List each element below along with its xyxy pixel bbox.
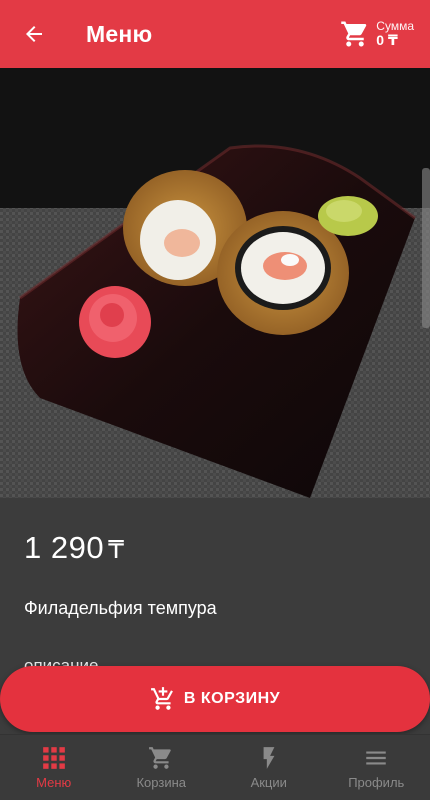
product-name: Филадельфия темпура (24, 598, 217, 618)
add-to-cart-button[interactable]: В КОРЗИНУ (0, 666, 430, 732)
add-to-cart-label: В КОРЗИНУ (183, 690, 281, 707)
cart-summary-button[interactable]: Сумма 0 ₸ (340, 12, 414, 56)
product-image (0, 68, 430, 498)
nav-label-promotions: Акции (250, 775, 287, 790)
price-value: 1 290 (24, 530, 105, 565)
grid-icon (42, 747, 65, 769)
cart-icon (341, 21, 367, 47)
product-price: 1 290 ₸ (24, 530, 124, 566)
price-currency: ₸ (108, 536, 125, 564)
cart-icon (149, 747, 172, 769)
bottom-nav: Меню Корзина Акции Профиль (0, 734, 430, 800)
page-title: Меню (86, 21, 153, 47)
nav-item-profile[interactable]: Профиль (323, 735, 430, 800)
app-bar: Меню Сумма 0 ₸ (0, 0, 430, 68)
nav-label-profile: Профиль (348, 775, 405, 790)
menu-icon (366, 751, 386, 765)
nav-item-menu[interactable]: Меню (0, 735, 108, 800)
nav-item-promotions[interactable]: Акции (215, 735, 323, 800)
nav-label-menu: Меню (36, 775, 72, 790)
add-to-cart-icon (150, 687, 173, 710)
back-button[interactable] (14, 14, 54, 54)
sum-label: Сумма (376, 18, 414, 33)
sum-value: 0 ₸ (376, 31, 398, 48)
nav-label-cart: Корзина (136, 775, 187, 790)
nav-item-cart[interactable]: Корзина (108, 735, 216, 800)
lightning-icon (263, 747, 275, 769)
arrow-left-icon (26, 26, 42, 42)
